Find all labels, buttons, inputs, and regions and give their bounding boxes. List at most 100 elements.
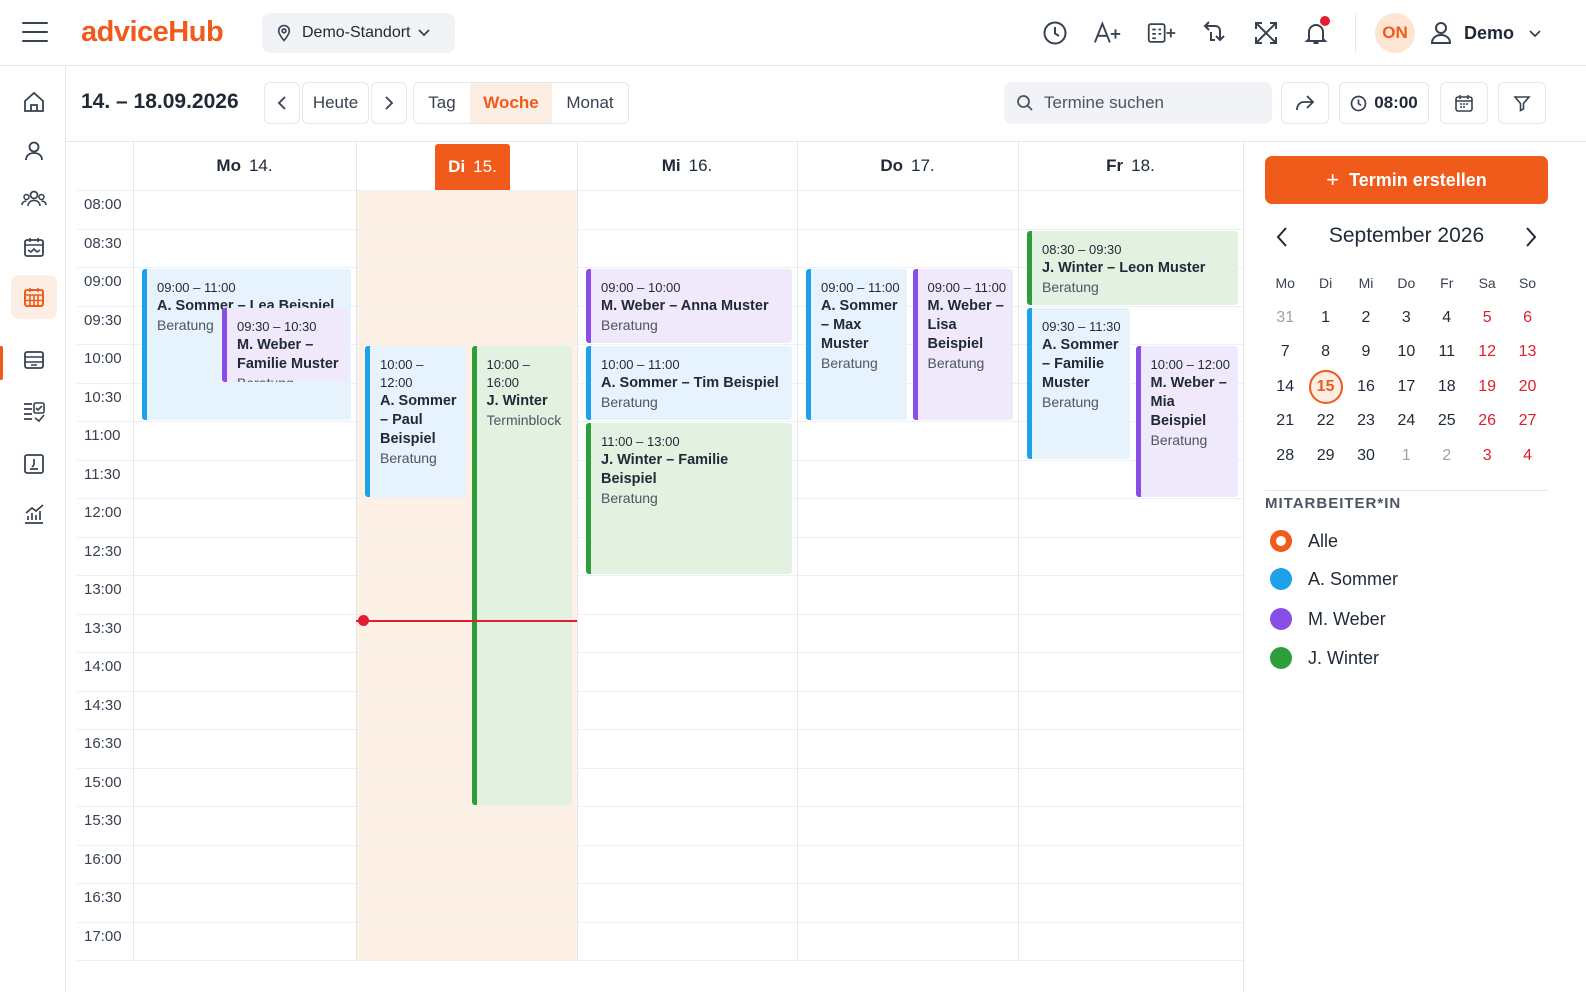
weekday-label: Fr [1440,275,1454,292]
employee-filter-item[interactable]: A. Sommer [1270,567,1398,591]
app-logo[interactable]: adviceHub [81,16,224,49]
day-number: 22 [1316,412,1335,430]
filter-button[interactable] [1498,82,1546,124]
day-header[interactable]: Mo 14. [133,142,356,190]
hour-gridline [77,729,1243,730]
location-label: Demo-Standort [302,24,411,41]
right-panel: + Termin erstellen September 2026 Mo Di Mi… [1244,142,1586,992]
employee-filter-item[interactable]: J. Winter [1270,646,1379,670]
mini-calendar-day[interactable]: 22 [1305,412,1345,430]
mini-calendar-day[interactable]: 29 [1305,447,1345,465]
view-week-tab[interactable]: Woche [470,83,552,123]
view-month-tab[interactable]: Monat [552,83,628,123]
mini-calendar-day[interactable]: 11 [1427,343,1467,361]
location-selector[interactable]: Demo-Standort [262,13,455,53]
calendar-picker-button[interactable] [1440,82,1488,124]
appointment-card[interactable]: 11:00 – 13:00 J. Winter – Familie Beispie… [586,423,792,574]
create-appointment-button[interactable]: + Termin erstellen [1265,156,1548,204]
day-header[interactable]: Mi 16. [577,142,797,190]
menu-icon[interactable] [22,22,48,44]
add-form-icon[interactable] [1147,18,1177,48]
groups-icon[interactable] [11,177,57,221]
mini-calendar-day[interactable]: 2 [1346,309,1386,327]
clock-icon[interactable] [1040,18,1070,48]
view-day-tab[interactable]: Tag [414,83,470,123]
user-menu[interactable]: Demo [1430,18,1554,48]
appointment-card[interactable]: 10:00 – 16:00 J. Winter Terminblock [471,346,572,805]
hour-gridline [77,652,1243,653]
appointment-card[interactable]: 08:30 – 09:30 J. Winter – Leon Muster Bera… [1027,230,1238,305]
mini-calendar-day[interactable]: 24 [1386,412,1426,430]
appointment-card[interactable]: 09:00 – 11:00 M. Weber – Lisa Beispiel Ber… [912,269,1013,420]
mini-calendar-day[interactable]: 25 [1427,412,1467,430]
home-icon[interactable] [11,80,57,124]
mini-calendar-day[interactable]: 9 [1346,343,1386,361]
calendar-icon[interactable] [11,275,57,319]
appointment-card[interactable]: 09:30 – 10:30 M. Weber – Familie Muster Be… [222,307,349,382]
employee-filter-item[interactable]: M. Weber [1270,607,1386,631]
text-size-icon[interactable] [1093,18,1123,48]
mini-calendar-day[interactable]: 20 [1507,378,1547,396]
mini-calendar-day[interactable]: 4 [1427,309,1467,327]
mini-calendar-day[interactable]: 17 [1386,378,1426,396]
mini-calendar-day[interactable]: 16 [1346,378,1386,396]
day-header[interactable]: Fr 18. [1018,142,1243,190]
mini-calendar-day[interactable]: 19 [1467,378,1507,396]
mini-calendar-day[interactable]: 26 [1467,412,1507,430]
mini-calendar-day[interactable]: 5 [1467,309,1507,327]
mini-calendar-day[interactable]: 3 [1467,447,1507,465]
appointment-card[interactable]: 09:30 – 11:30 A. Sommer – Familie Muster B… [1027,307,1130,459]
mini-calendar-day[interactable]: 23 [1346,412,1386,430]
appointment-card[interactable]: 10:00 – 11:00 A. Sommer – Tim Beispiel Ber… [586,346,792,420]
day-header-today[interactable]: Di 15. [435,144,510,190]
inbox-calendar-icon[interactable] [11,225,57,269]
mini-calendar-day[interactable]: 10 [1386,343,1426,361]
appointment-card[interactable]: 10:00 – 12:00 A. Sommer – Paul Beispiel Be… [365,346,466,497]
day-number: 15 [1308,369,1343,404]
time-jump-button[interactable]: 08:00 [1339,82,1429,124]
mini-calendar-day[interactable]: 15 [1305,369,1345,404]
avatar[interactable]: ON [1375,13,1415,53]
tasks-icon[interactable] [11,390,57,434]
mini-calendar-day[interactable]: 4 [1507,447,1547,465]
bell-icon[interactable] [1301,16,1331,48]
chevron-right-icon[interactable] [1524,226,1538,248]
sync-icon[interactable] [1200,18,1230,48]
share-button[interactable] [1281,82,1329,124]
date-range: 14. – 18.09.2026 [81,90,239,113]
mini-calendar-day[interactable]: 1 [1386,447,1426,465]
search-input[interactable]: Termine suchen [1004,82,1272,124]
user-name: Demo [1464,22,1515,43]
appointment-title: A. Sommer – Paul Beispiel [380,393,457,447]
mini-calendar-day[interactable]: 13 [1507,343,1547,361]
mini-calendar-day[interactable]: 6 [1507,309,1547,327]
mini-calendar-day[interactable]: 18 [1427,378,1467,396]
mini-calendar-day[interactable]: 14 [1265,378,1305,396]
mini-calendar-day[interactable]: 28 [1265,447,1305,465]
employee-filter-item[interactable]: Alle [1270,529,1338,553]
day-number: 14 [1276,377,1295,395]
mini-calendar-day[interactable]: 8 [1305,343,1345,361]
today-button[interactable]: Heute [302,82,369,124]
day-header[interactable]: Do 17. [797,142,1018,190]
mini-calendar-day[interactable]: 30 [1346,447,1386,465]
appointment-card[interactable]: 09:00 – 10:00 M. Weber – Anna Muster Berat… [586,269,792,343]
archive-icon[interactable] [11,338,57,382]
mini-calendar-day[interactable]: 31 [1265,309,1305,327]
appointment-card[interactable]: 09:00 – 11:00 A. Sommer – Max Muster Berat… [806,269,907,420]
appointment-card[interactable]: 10:00 – 12:00 M. Weber – Mia Beispiel Bera… [1135,346,1238,497]
mini-calendar-day[interactable]: 3 [1386,309,1426,327]
mini-calendar-day[interactable]: 1 [1305,309,1345,327]
mini-calendar-day[interactable]: 12 [1467,343,1507,361]
chevron-down-icon [1529,30,1541,38]
dashboard-icon[interactable] [11,442,57,486]
prev-week-button[interactable] [264,82,300,124]
fullscreen-icon[interactable] [1251,18,1281,48]
mini-calendar-day[interactable]: 2 [1427,447,1467,465]
mini-calendar-day[interactable]: 21 [1265,412,1305,430]
analytics-icon[interactable] [11,492,57,536]
next-week-button[interactable] [371,82,407,124]
contact-icon[interactable] [11,129,57,173]
mini-calendar-day[interactable]: 7 [1265,343,1305,361]
mini-calendar-day[interactable]: 27 [1507,412,1547,430]
